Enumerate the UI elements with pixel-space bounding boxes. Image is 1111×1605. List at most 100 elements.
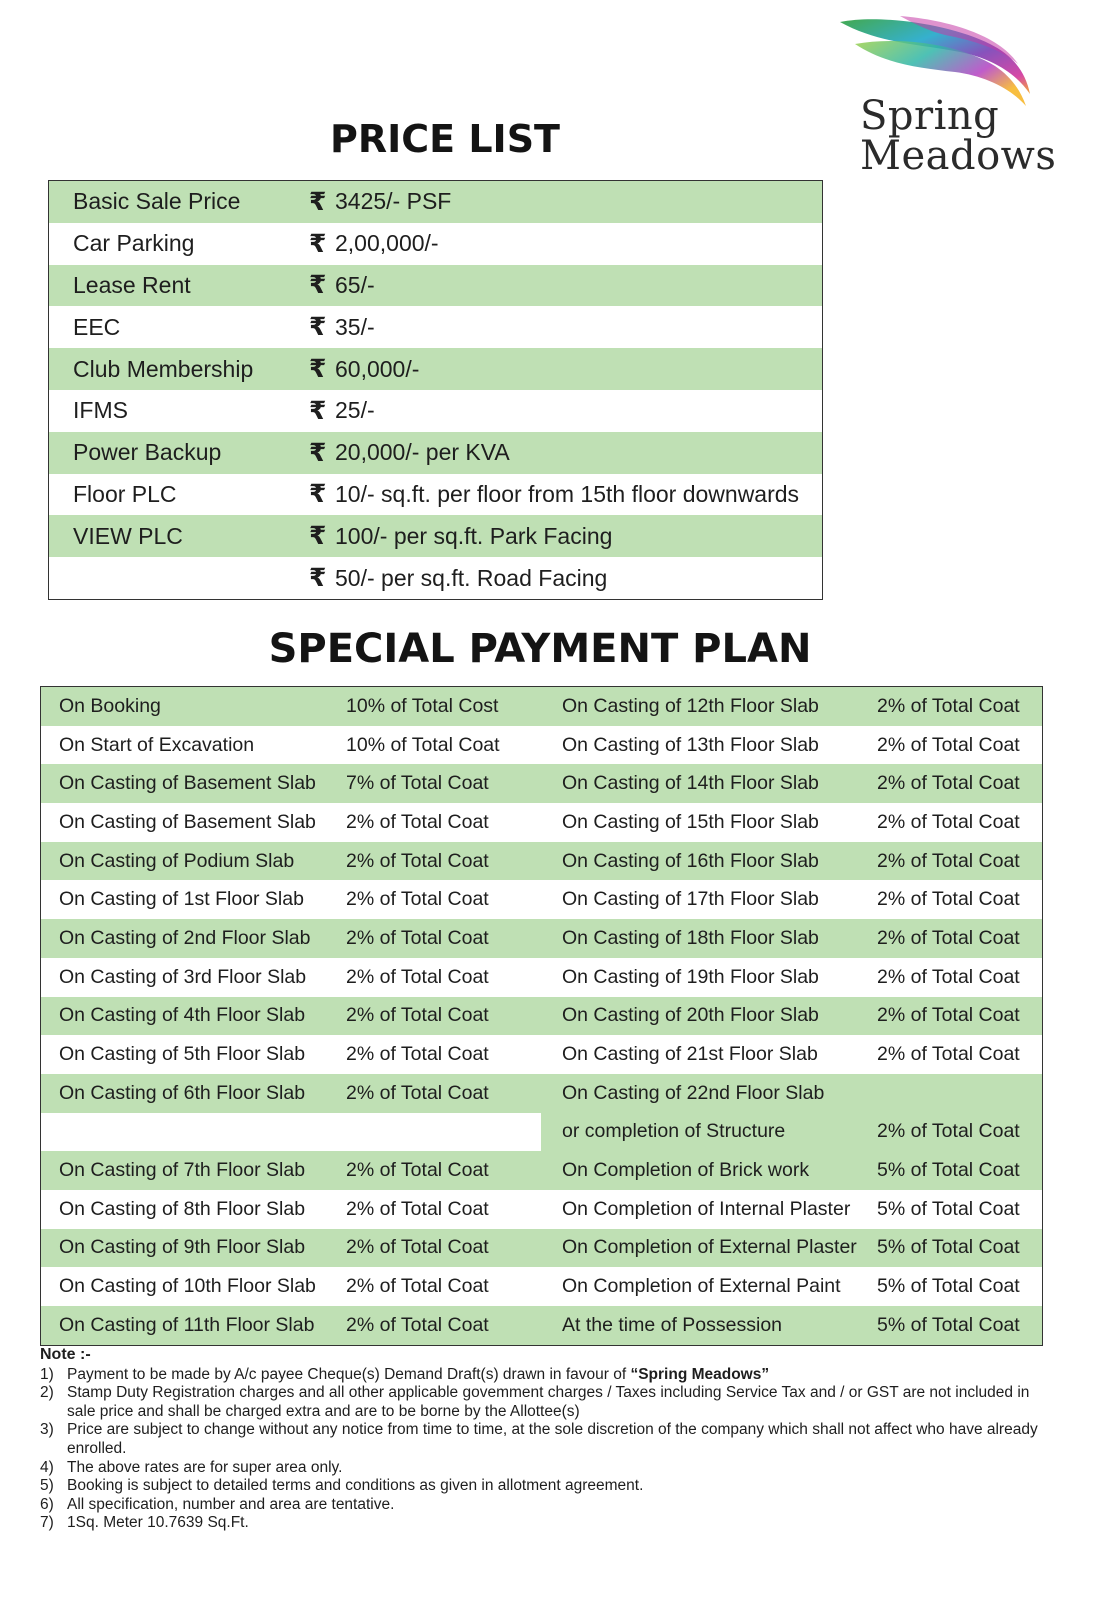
plan-row: On Casting of 6th Floor Slab 2% of Total … — [41, 1073, 1042, 1113]
plan-amount-left: 10% of Total Cost — [346, 694, 499, 717]
note-text-body: 1Sq. Meter 10.7639 Sq.Ft. — [67, 1514, 249, 1532]
rupee-icon: ₹ — [309, 355, 327, 384]
plan-stage-right: On Casting of 17th Floor Slab — [562, 888, 819, 911]
price-value: 2,00,000/- — [335, 230, 439, 257]
price-row: Lease Rent ₹65/- — [49, 264, 822, 307]
note-text-body: Price are subject to change without any … — [67, 1421, 1038, 1457]
price-row: Car Parking ₹2,00,000/- — [49, 223, 822, 265]
plan-stage-left: On Start of Excavation — [59, 733, 255, 756]
price-value-cell: ₹10/- sq.ft. per floor from 15th floor d… — [309, 479, 799, 509]
note-number: 2) — [40, 1384, 54, 1402]
note-item: 1) Payment to be made by A/c payee Cheque… — [40, 1366, 1040, 1385]
plan-amount-left: 2% of Total Coat — [346, 926, 489, 949]
plan-amount-right: 2% of Total Coat — [877, 772, 1020, 795]
plan-amount-left: 2% of Total Coat — [346, 1236, 489, 1259]
price-label: Floor PLC — [73, 480, 177, 507]
plan-row: On Casting of 5th Floor Slab 2% of Total … — [41, 1035, 1042, 1074]
price-value-cell: ₹50/- per sq.ft. Road Facing — [309, 563, 607, 593]
price-label: EEC — [73, 313, 121, 340]
note-text-emphasis: “Spring Meadows” — [630, 1365, 770, 1383]
price-value: 100/- per sq.ft. Park Facing — [335, 522, 613, 549]
plan-amount-left: 2% of Total Coat — [346, 1004, 489, 1027]
plan-row: On Casting of 8th Floor Slab 2% of Total … — [41, 1190, 1042, 1229]
plan-stage-right: On Completion of Internal Plaster — [562, 1197, 851, 1220]
note-number: 6) — [40, 1495, 54, 1513]
plan-amount-right: 5% of Total Coat — [877, 1159, 1020, 1182]
plan-amount-right: 2% of Total Coat — [877, 1120, 1020, 1143]
price-value-cell: ₹2,00,000/- — [309, 229, 439, 259]
plan-stage-right: On Completion of External Plaster — [562, 1236, 857, 1259]
note-item: 5) Booking is subject to detailed terms a… — [40, 1477, 1040, 1496]
plan-stage-left: On Casting of Basement Slab — [59, 810, 316, 833]
plan-amount-left: 2% of Total Coat — [346, 849, 489, 872]
plan-stage-left: On Casting of 2nd Floor Slab — [59, 926, 311, 949]
note-text-body: All specification, number and area are t… — [67, 1495, 395, 1513]
note-text: All specification, number and area are t… — [67, 1496, 1040, 1515]
rupee-icon: ₹ — [309, 187, 327, 216]
plan-stage-left: On Casting of Podium Slab — [59, 849, 295, 872]
plan-stage-left: On Casting of 9th Floor Slab — [59, 1236, 306, 1259]
price-label: Car Parking — [73, 230, 195, 257]
plan-row: On Casting of 10th Floor Slab 2% of Total… — [41, 1267, 1042, 1306]
price-list-table: Basic Sale Price ₹3425/- PSF Car Parking ₹2… — [48, 180, 823, 600]
price-row: ₹50/- per sq.ft. Road Facing — [49, 557, 822, 599]
plan-stage-right: or completion of Structure — [562, 1120, 786, 1143]
plan-amount-left: 2% of Total Coat — [346, 888, 489, 911]
plan-amount-left: 2% of Total Coat — [346, 1159, 489, 1182]
plan-amount-right: 2% of Total Coat — [877, 810, 1020, 833]
plan-row: On Casting of 4th Floor Slab 2% of Total … — [41, 996, 1042, 1036]
plan-stage-left: On Casting of 3rd Floor Slab — [59, 965, 307, 988]
price-label: Lease Rent — [73, 271, 191, 298]
price-value-cell: ₹25/- — [309, 396, 375, 426]
note-text: The above rates are for super area only. — [67, 1459, 1040, 1478]
plan-amount-right: 5% of Total Coat — [877, 1275, 1020, 1298]
plan-stage-right: On Casting of 22nd Floor Slab — [562, 1081, 825, 1104]
price-row: VIEW PLC ₹100/- per sq.ft. Park Facing — [49, 515, 822, 558]
price-value: 25/- — [335, 397, 375, 424]
plan-row: or completion of Structure 2% of Total Co… — [41, 1112, 1042, 1152]
price-value: 60,000/- — [335, 355, 420, 382]
note-number: 1) — [40, 1365, 54, 1383]
note-number: 7) — [40, 1514, 54, 1532]
note-text-body: Stamp Duty Registration charges and all … — [67, 1384, 1030, 1420]
plan-stage-right: On Casting of 13th Floor Slab — [562, 733, 819, 756]
note-text: Booking is subject to detailed terms and… — [67, 1477, 1040, 1496]
price-value-cell: ₹3425/- PSF — [309, 187, 451, 217]
plan-amount-right: 5% of Total Coat — [877, 1197, 1020, 1220]
plan-amount-left: 7% of Total Coat — [346, 772, 489, 795]
plan-stage-right: On Completion of Brick work — [562, 1159, 810, 1182]
plan-stage-right: On Casting of 20th Floor Slab — [562, 1004, 819, 1027]
rupee-icon: ₹ — [309, 480, 327, 509]
rupee-icon: ₹ — [309, 229, 327, 258]
plan-stage-left: On Casting of 1st Floor Slab — [59, 888, 304, 911]
price-value-cell: ₹100/- per sq.ft. Park Facing — [309, 521, 612, 551]
plan-amount-left: 2% of Total Coat — [346, 1197, 489, 1220]
price-value: 50/- per sq.ft. Road Facing — [335, 564, 608, 591]
plan-amount-left: 2% of Total Coat — [346, 1081, 489, 1104]
plan-row: On Casting of 7th Floor Slab 2% of Total … — [41, 1151, 1042, 1190]
plan-row: On Casting of Basement Slab 2% of Total C… — [41, 803, 1042, 842]
plan-row: On Casting of 9th Floor Slab 2% of Total … — [41, 1228, 1042, 1268]
plan-stage-left: On Casting of 5th Floor Slab — [59, 1043, 306, 1066]
price-list-title: PRICE LIST — [330, 117, 560, 161]
plan-amount-right: 2% of Total Coat — [877, 849, 1020, 872]
plan-amount-left: 2% of Total Coat — [346, 1275, 489, 1298]
plan-amount-right: 5% of Total Coat — [877, 1236, 1020, 1259]
rupee-icon: ₹ — [309, 522, 327, 551]
plan-row: On Casting of Basement Slab 7% of Total C… — [41, 764, 1042, 804]
plan-amount-right: 2% of Total Coat — [877, 1043, 1020, 1066]
price-row: Basic Sale Price ₹3425/- PSF — [49, 181, 822, 223]
price-value: 65/- — [335, 271, 375, 298]
price-row: Club Membership ₹60,000/- — [49, 348, 822, 390]
plan-amount-left: 2% of Total Coat — [346, 1313, 489, 1336]
price-row: Power Backup ₹20,000/- per KVA — [49, 431, 822, 474]
plan-row: On Casting of 2nd Floor Slab 2% of Total … — [41, 919, 1042, 958]
price-label: VIEW PLC — [73, 522, 183, 549]
price-label: IFMS — [73, 397, 128, 424]
note-item: 3) Price are subject to change without an… — [40, 1421, 1040, 1458]
price-value-cell: ₹65/- — [309, 270, 375, 300]
note-number: 5) — [40, 1477, 54, 1495]
price-value: 35/- — [335, 313, 375, 340]
payment-plan-table: On Booking 10% of Total Cost On Casting of… — [40, 686, 1043, 1346]
price-value-cell: ₹20,000/- per KVA — [309, 438, 510, 468]
